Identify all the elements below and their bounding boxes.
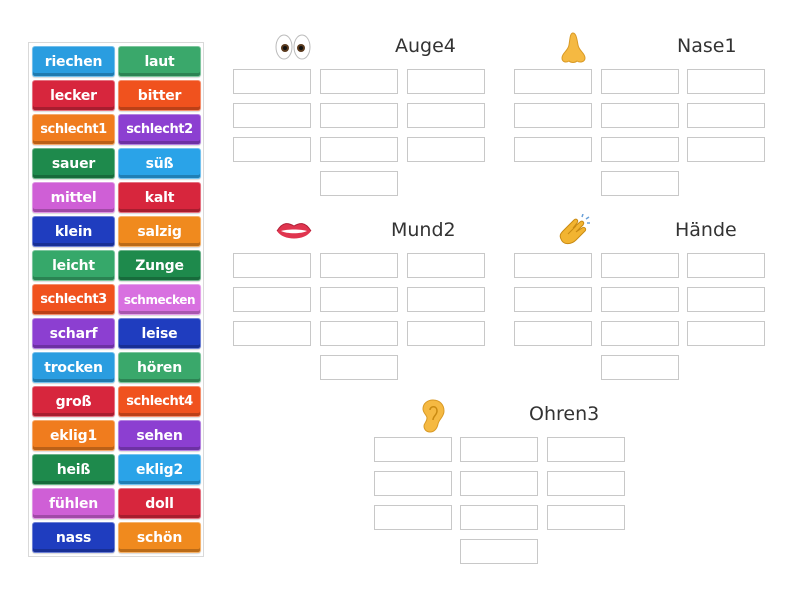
drop-slot[interactable] <box>407 287 485 312</box>
drop-slot[interactable] <box>514 69 592 94</box>
drop-slot[interactable] <box>547 437 625 462</box>
nose-icon <box>561 32 586 63</box>
mouth-icon <box>276 223 312 239</box>
tile-schlecht4[interactable]: schlecht4 <box>118 386 201 417</box>
tile-sehen[interactable]: sehen <box>118 420 201 451</box>
drop-slot[interactable] <box>601 287 679 312</box>
tile-eklig2[interactable]: eklig2 <box>118 454 201 485</box>
drop-slot[interactable] <box>407 103 485 128</box>
drop-slot[interactable] <box>320 355 398 380</box>
drop-slot[interactable] <box>687 253 765 278</box>
drop-slot[interactable] <box>514 321 592 346</box>
tile-leicht[interactable]: leicht <box>32 250 115 281</box>
tile-schlecht3[interactable]: schlecht3 <box>32 284 115 315</box>
tile-laut[interactable]: laut <box>118 46 201 77</box>
drop-slot[interactable] <box>514 103 592 128</box>
drop-slot[interactable] <box>687 69 765 94</box>
drop-slot[interactable] <box>407 253 485 278</box>
drop-slot[interactable] <box>233 103 311 128</box>
drop-slot[interactable] <box>320 103 398 128</box>
group-title-auge: Auge4 <box>395 35 456 57</box>
drop-slot[interactable] <box>233 287 311 312</box>
drop-slot[interactable] <box>687 137 765 162</box>
ear-icon <box>422 399 445 433</box>
drop-slot[interactable] <box>687 103 765 128</box>
tile-sauer[interactable]: sauer <box>32 148 115 179</box>
tile-schlecht2[interactable]: schlecht2 <box>118 114 201 145</box>
drop-slot[interactable] <box>460 471 538 496</box>
tile-hoeren[interactable]: hören <box>118 352 201 383</box>
drop-slot[interactable] <box>547 471 625 496</box>
clapping-hands-icon <box>559 214 590 245</box>
drop-slot[interactable] <box>320 287 398 312</box>
drop-slot[interactable] <box>320 171 398 196</box>
tile-leise[interactable]: leise <box>118 318 201 349</box>
drop-slot[interactable] <box>601 171 679 196</box>
drop-slot[interactable] <box>374 505 452 530</box>
drop-slot[interactable] <box>601 355 679 380</box>
group-title-mund: Mund2 <box>391 219 456 241</box>
drop-slot[interactable] <box>407 137 485 162</box>
drop-slot[interactable] <box>547 505 625 530</box>
drop-slot[interactable] <box>687 321 765 346</box>
tile-heiss[interactable]: heiß <box>32 454 115 485</box>
drop-slot[interactable] <box>407 321 485 346</box>
drop-slot[interactable] <box>233 69 311 94</box>
tile-schmecken[interactable]: schmecken <box>118 284 201 315</box>
drop-slot[interactable] <box>320 137 398 162</box>
group-title-haende: Hände <box>675 219 737 241</box>
tile-nass[interactable]: nass <box>32 522 115 553</box>
drop-slot[interactable] <box>601 137 679 162</box>
tile-bitter[interactable]: bitter <box>118 80 201 111</box>
tile-scharf[interactable]: scharf <box>32 318 115 349</box>
tile-eklig1[interactable]: eklig1 <box>32 420 115 451</box>
tile-gross[interactable]: groß <box>32 386 115 417</box>
tile-fuehlen[interactable]: fühlen <box>32 488 115 519</box>
drop-slot[interactable] <box>601 321 679 346</box>
drop-slot[interactable] <box>687 287 765 312</box>
drop-slot[interactable] <box>460 505 538 530</box>
tile-suess[interactable]: süß <box>118 148 201 179</box>
tile-salzig[interactable]: salzig <box>118 216 201 247</box>
tile-schoen[interactable]: schön <box>118 522 201 553</box>
group-title-nase: Nase1 <box>677 35 737 57</box>
drop-slot[interactable] <box>601 253 679 278</box>
drop-slot[interactable] <box>233 253 311 278</box>
drop-slot[interactable] <box>601 103 679 128</box>
drop-slot[interactable] <box>233 321 311 346</box>
tile-zunge[interactable]: Zunge <box>118 250 201 281</box>
drop-slot[interactable] <box>233 137 311 162</box>
tile-riechen[interactable]: riechen <box>32 46 115 77</box>
tile-schlecht1[interactable]: schlecht1 <box>32 114 115 145</box>
tile-kalt[interactable]: kalt <box>118 182 201 213</box>
group-title-ohren: Ohren3 <box>529 403 600 425</box>
drop-slot[interactable] <box>460 437 538 462</box>
drop-slot[interactable] <box>374 471 452 496</box>
tile-trocken[interactable]: trocken <box>32 352 115 383</box>
drop-slot[interactable] <box>407 69 485 94</box>
drop-slot[interactable] <box>514 137 592 162</box>
drop-slot[interactable] <box>601 69 679 94</box>
drop-slot[interactable] <box>320 253 398 278</box>
word-bank: riechen laut lecker bitter schlecht1 sch… <box>28 42 204 557</box>
drop-slot[interactable] <box>374 437 452 462</box>
drop-slot[interactable] <box>320 69 398 94</box>
tile-lecker[interactable]: lecker <box>32 80 115 111</box>
tile-mittel[interactable]: mittel <box>32 182 115 213</box>
drop-slot[interactable] <box>320 321 398 346</box>
tile-klein[interactable]: klein <box>32 216 115 247</box>
eyes-icon <box>275 34 311 60</box>
drop-slot[interactable] <box>460 539 538 564</box>
drop-slot[interactable] <box>514 287 592 312</box>
drop-slot[interactable] <box>514 253 592 278</box>
tile-doll[interactable]: doll <box>118 488 201 519</box>
